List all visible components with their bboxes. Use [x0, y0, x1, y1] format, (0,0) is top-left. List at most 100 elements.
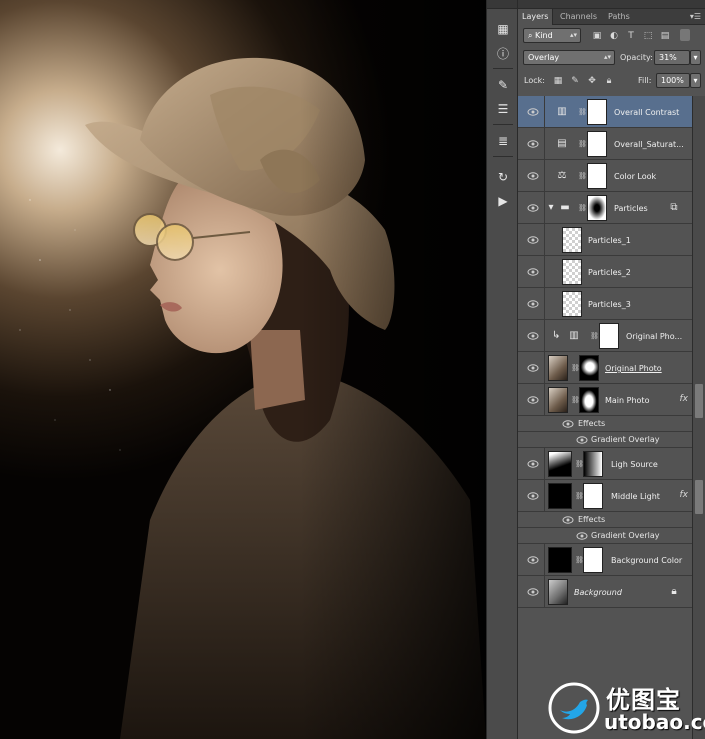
- layer-name[interactable]: Background Color: [611, 556, 682, 565]
- layer-name[interactable]: Overall_Saturat...: [614, 140, 684, 149]
- lock-all-icon[interactable]: 🔒︎: [602, 74, 616, 88]
- link-icon[interactable]: ⛓: [590, 331, 599, 341]
- layer-effects-row[interactable]: Effects: [518, 512, 692, 528]
- brush-presets-icon[interactable]: ✎: [493, 76, 513, 94]
- layer-row-background-color[interactable]: ⛓ Background Color: [518, 544, 692, 576]
- opacity-slider-toggle[interactable]: ▾: [690, 50, 701, 65]
- group-mask-thumbnail[interactable]: [587, 195, 607, 221]
- layer-row-middle-light[interactable]: ⛓ Middle Light fx: [518, 480, 692, 512]
- eye-icon[interactable]: [527, 459, 539, 469]
- eye-icon[interactable]: [562, 515, 574, 525]
- link-icon[interactable]: ⛓: [578, 203, 587, 213]
- layer-row-particles-group[interactable]: ▾ ▬ ⛓ Particles ⧉: [518, 192, 692, 224]
- layer-name[interactable]: Color Look: [614, 172, 656, 181]
- layer-name[interactable]: Particles: [614, 204, 648, 213]
- photo-thumbnail[interactable]: [548, 387, 568, 413]
- layer-mask-thumbnail[interactable]: [583, 451, 603, 477]
- layer-thumbnail[interactable]: [562, 259, 582, 285]
- panel-collapse-bar[interactable]: [518, 0, 705, 9]
- layer-row-main-photo[interactable]: ⛓ Main Photo fx: [518, 384, 692, 416]
- layer-mask-thumbnail[interactable]: [599, 323, 619, 349]
- link-icon[interactable]: ⛓: [575, 555, 584, 565]
- eye-icon[interactable]: [527, 139, 539, 149]
- scrollbar-thumb[interactable]: [695, 384, 703, 418]
- toolstrip-collapse-bar[interactable]: [487, 0, 517, 9]
- filter-kind-select[interactable]: ⌕ Kind ▴▾: [523, 28, 581, 43]
- filter-shape-icon[interactable]: ⬚: [641, 29, 655, 43]
- layer-mask-thumbnail[interactable]: [587, 99, 607, 125]
- panel-menu-icon[interactable]: ▾☰: [690, 12, 701, 21]
- blend-mode-select[interactable]: Overlay ▴▾: [523, 50, 615, 65]
- layer-row-light-source[interactable]: ⛓ Ligh Source: [518, 448, 692, 480]
- tab-channels[interactable]: Channels: [556, 9, 601, 25]
- lock-position-icon[interactable]: ✥: [585, 74, 599, 88]
- filter-smart-object-icon[interactable]: ▤: [658, 29, 672, 43]
- layers-scrollbar[interactable]: [692, 96, 705, 739]
- eye-icon[interactable]: [527, 395, 539, 405]
- layer-row-particles-3[interactable]: Particles_3: [518, 288, 692, 320]
- layer-name[interactable]: Overall Contrast: [614, 108, 679, 117]
- eye-icon[interactable]: [527, 491, 539, 501]
- link-icon[interactable]: ⛓: [575, 491, 584, 501]
- eye-icon[interactable]: [527, 107, 539, 117]
- layer-row-particles-2[interactable]: Particles_2: [518, 256, 692, 288]
- fill-slider-toggle[interactable]: ▾: [690, 73, 701, 88]
- layer-effects-row[interactable]: Effects: [518, 416, 692, 432]
- layer-row-overall-saturation[interactable]: ▤ ⛓ Overall_Saturat...: [518, 128, 692, 160]
- layer-name[interactable]: Original Photo: [605, 364, 662, 373]
- expand-triangle-icon[interactable]: ▾: [547, 201, 555, 215]
- tab-layers[interactable]: Layers: [518, 9, 554, 25]
- opacity-input[interactable]: 31%: [654, 50, 690, 65]
- eye-icon[interactable]: [527, 203, 539, 213]
- photo-thumbnail[interactable]: [548, 579, 568, 605]
- eye-icon[interactable]: [527, 363, 539, 373]
- layer-row-original-photo[interactable]: ⛓ Original Photo: [518, 352, 692, 384]
- fill-thumbnail[interactable]: [548, 483, 572, 509]
- play-icon[interactable]: ▶: [493, 192, 513, 210]
- history-icon[interactable]: ▦: [493, 20, 513, 38]
- photo-thumbnail[interactable]: [548, 355, 568, 381]
- eye-icon[interactable]: [527, 299, 539, 309]
- lock-image-icon[interactable]: ✎: [568, 74, 582, 88]
- scrollbar-thumb[interactable]: [695, 480, 703, 514]
- layer-name[interactable]: Ligh Source: [611, 460, 658, 469]
- document-canvas[interactable]: [0, 0, 486, 739]
- layer-name[interactable]: Original Pho...: [626, 332, 682, 341]
- eye-icon[interactable]: [527, 331, 539, 341]
- eye-icon[interactable]: [527, 555, 539, 565]
- eye-icon[interactable]: [576, 435, 588, 445]
- tab-paths[interactable]: Paths: [604, 9, 634, 25]
- effect-gradient-overlay-row[interactable]: Gradient Overlay: [518, 432, 692, 448]
- filter-type-icon[interactable]: T: [624, 29, 638, 43]
- adjustments-icon[interactable]: ☰: [493, 100, 513, 118]
- layer-mask-thumbnail[interactable]: [583, 483, 603, 509]
- layer-mask-thumbnail[interactable]: [583, 547, 603, 573]
- layer-thumbnail[interactable]: [562, 291, 582, 317]
- fx-icon[interactable]: fx: [680, 490, 689, 500]
- eye-icon[interactable]: [527, 267, 539, 277]
- eye-icon[interactable]: [527, 587, 539, 597]
- eye-icon[interactable]: [527, 171, 539, 181]
- link-icon[interactable]: ⛓: [571, 363, 580, 373]
- layer-row-color-look[interactable]: ⚖ ⛓ Color Look: [518, 160, 692, 192]
- filter-toggle-icon[interactable]: [680, 29, 690, 41]
- layer-mask-thumbnail[interactable]: [587, 131, 607, 157]
- layer-name[interactable]: Particles_3: [588, 300, 631, 309]
- filter-pixel-icon[interactable]: ▣: [590, 29, 604, 43]
- link-icon[interactable]: ⛓: [571, 395, 580, 405]
- layer-row-background[interactable]: Background 🔒︎: [518, 576, 692, 608]
- layer-mask-thumbnail[interactable]: [587, 163, 607, 189]
- fill-input[interactable]: 100%: [656, 73, 690, 88]
- layer-thumbnail[interactable]: [562, 227, 582, 253]
- layer-name[interactable]: Background: [574, 588, 622, 597]
- layer-mask-thumbnail[interactable]: [579, 355, 599, 381]
- layer-row-particles-1[interactable]: Particles_1: [518, 224, 692, 256]
- fx-icon[interactable]: fx: [680, 394, 689, 404]
- layer-row-overall-contrast[interactable]: ▥ ⛓ Overall Contrast: [518, 96, 692, 128]
- filter-adjustment-icon[interactable]: ◐: [607, 29, 621, 43]
- info-icon[interactable]: ⓘ: [493, 44, 513, 62]
- layer-row-original-photo-adjustment[interactable]: ↳ ▥ ⛓ Original Pho...: [518, 320, 692, 352]
- eye-icon[interactable]: [576, 531, 588, 541]
- link-icon[interactable]: ⛓: [578, 171, 587, 181]
- eye-icon[interactable]: [527, 235, 539, 245]
